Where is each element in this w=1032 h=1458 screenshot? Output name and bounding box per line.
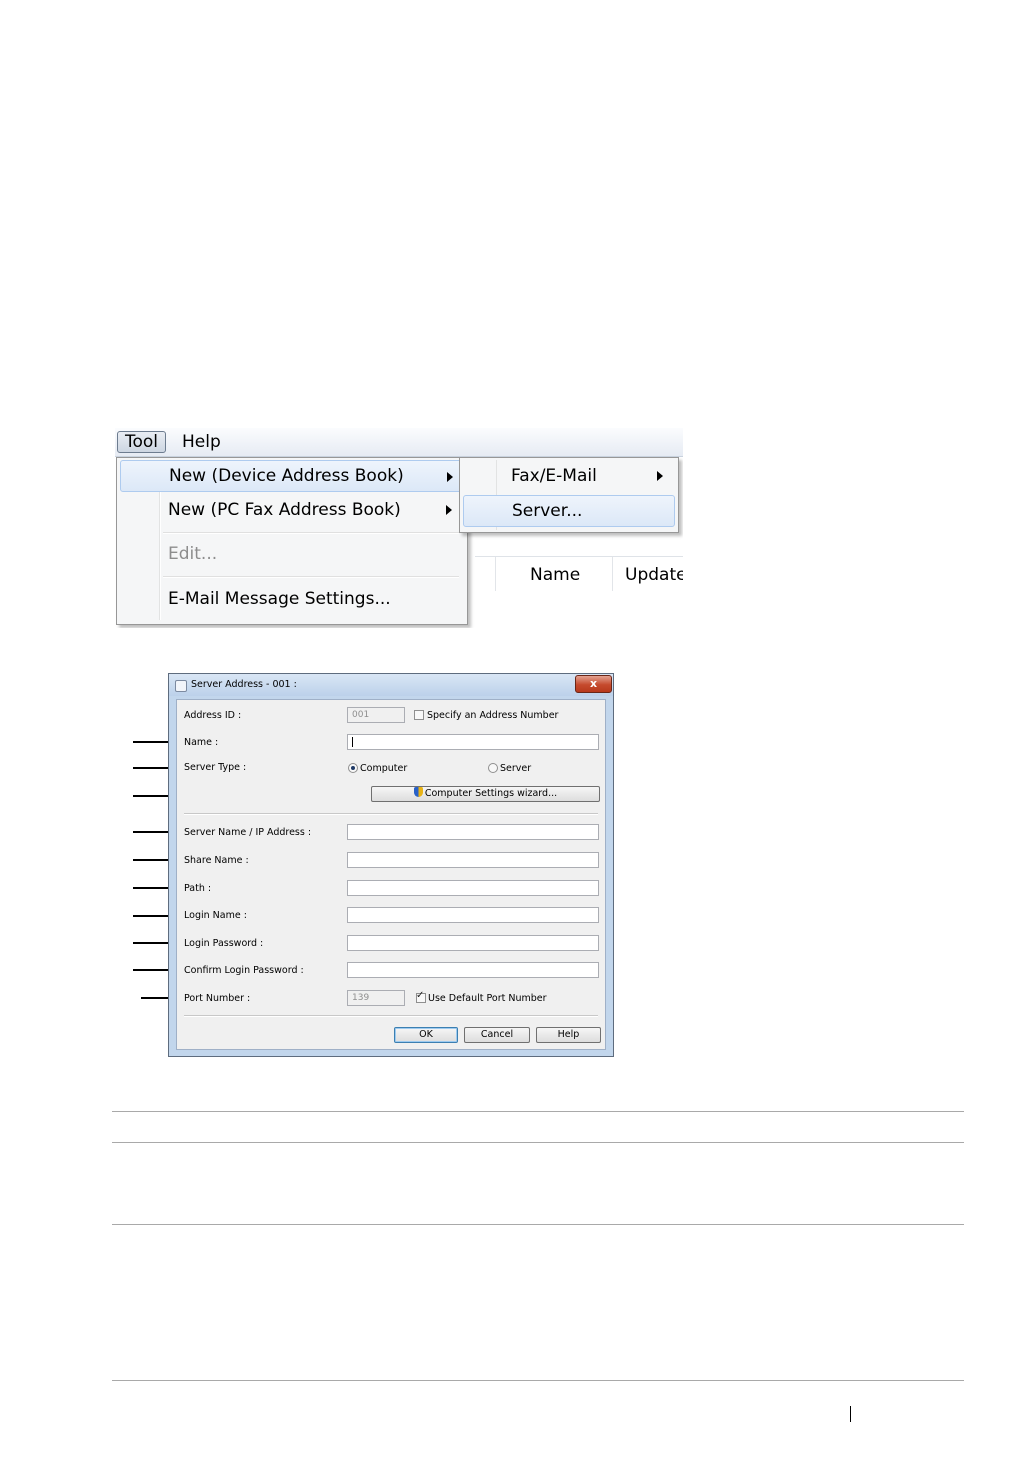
menu-item-new-pc-fax-address-book[interactable]: New (PC Fax Address Book) (120, 494, 462, 526)
path-field[interactable] (347, 880, 599, 896)
menu-item-label: New (PC Fax Address Book) (168, 500, 401, 520)
server-type-label: Server Type : (184, 762, 247, 773)
use-default-port-checkbox[interactable] (416, 990, 426, 1003)
column-header-name[interactable]: Name (530, 565, 580, 585)
server-type-computer-radio[interactable] (348, 763, 358, 773)
background-table-header: Name Update (475, 556, 683, 593)
use-default-port-label: Use Default Port Number (428, 993, 547, 1004)
ok-button[interactable]: OK (394, 1027, 458, 1043)
menu-separator (163, 532, 459, 534)
footer-divider (850, 1406, 851, 1422)
cancel-button[interactable]: Cancel (464, 1027, 530, 1043)
dialog-client-area: Address ID : 001 Specify an Address Numb… (176, 699, 606, 1050)
dialog-titlebar[interactable]: Server Address - 001 : x (169, 674, 613, 696)
menu-item-label: Edit... (168, 544, 218, 564)
server-type-server-radio[interactable] (488, 763, 498, 773)
port-number-label: Port Number : (184, 993, 251, 1004)
login-password-field[interactable] (347, 935, 599, 951)
submenu-arrow-icon (657, 471, 663, 481)
login-name-label: Login Name : (184, 910, 247, 921)
menu-item-label: Fax/E-Mail (511, 466, 597, 486)
login-name-field[interactable] (347, 907, 599, 923)
menu-item-label: Server... (512, 501, 583, 521)
menu-help[interactable]: Help (175, 431, 228, 453)
text-caret (352, 737, 353, 747)
footer-rule (112, 1380, 964, 1381)
menu-item-label: E-Mail Message Settings... (168, 589, 391, 609)
section-divider (184, 813, 598, 815)
menu-item-fax-email[interactable]: Fax/E-Mail (463, 460, 673, 492)
menubar: Tool Help (115, 428, 683, 457)
name-field[interactable] (347, 734, 599, 750)
dialog-title: Server Address - 001 : (191, 679, 297, 690)
menu-item-label: New (Device Address Book) (169, 466, 404, 486)
confirm-login-password-field[interactable] (347, 962, 599, 978)
table-rule (112, 1111, 964, 1112)
server-type-computer-label: Computer (360, 763, 408, 774)
shield-icon (413, 787, 423, 797)
menu-item-edit[interactable]: Edit... (120, 538, 462, 570)
server-name-label: Server Name / IP Address : (184, 827, 312, 838)
help-button[interactable]: Help (536, 1027, 601, 1043)
menu-separator (163, 576, 459, 578)
confirm-login-password-label: Confirm Login Password : (184, 965, 304, 976)
section-divider (184, 1015, 598, 1017)
menu-item-server[interactable]: Server... (463, 495, 675, 527)
port-number-field: 139 (347, 990, 405, 1006)
server-address-dialog: Server Address - 001 : x Address ID : 00… (168, 673, 614, 1057)
menu-screenshot: Tool Help Name Update New (Device Addres… (115, 428, 683, 628)
column-divider (612, 557, 613, 591)
address-id-label: Address ID : (184, 710, 242, 721)
path-label: Path : (184, 883, 212, 894)
specify-address-number-checkbox[interactable] (414, 710, 424, 720)
address-id-field: 001 (347, 707, 405, 723)
close-button[interactable]: x (575, 675, 612, 693)
login-password-label: Login Password : (184, 938, 264, 949)
table-rule (112, 1142, 964, 1143)
tool-dropdown-menu: New (Device Address Book) New (PC Fax Ad… (116, 457, 468, 625)
column-divider (495, 557, 496, 591)
specify-address-number-label: Specify an Address Number (427, 710, 559, 721)
server-name-field[interactable] (347, 824, 599, 840)
share-name-label: Share Name : (184, 855, 249, 866)
menu-tool[interactable]: Tool (117, 431, 167, 453)
column-header-update[interactable]: Update (625, 565, 683, 585)
menu-item-email-message-settings[interactable]: E-Mail Message Settings... (120, 583, 462, 615)
server-type-server-label: Server (500, 763, 532, 774)
submenu-arrow-icon (447, 472, 453, 482)
table-rule (112, 1224, 964, 1225)
address-book-icon (175, 680, 187, 692)
menu-item-new-device-address-book[interactable]: New (Device Address Book) (120, 460, 464, 492)
name-label: Name : (184, 737, 219, 748)
submenu-arrow-icon (446, 505, 452, 515)
button-label: Computer Settings wizard... (424, 788, 558, 799)
computer-settings-wizard-button[interactable]: Computer Settings wizard... (371, 786, 600, 802)
new-device-submenu: Fax/E-Mail Server... (459, 457, 679, 533)
share-name-field[interactable] (347, 852, 599, 868)
